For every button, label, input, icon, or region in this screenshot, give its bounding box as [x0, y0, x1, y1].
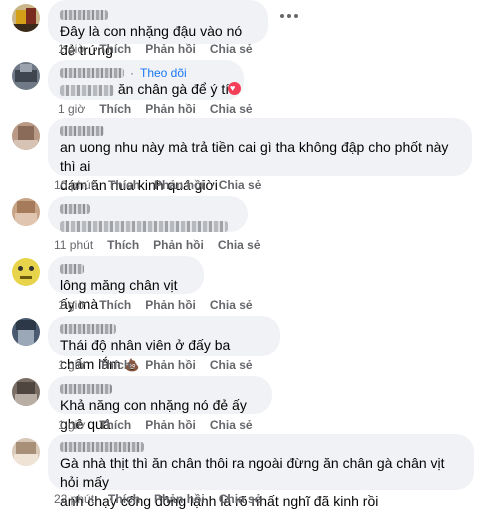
author-name[interactable] [60, 10, 108, 20]
follow-button[interactable]: Theo dõi [140, 66, 187, 80]
comment-actions: 22 phút Thích Phản hồi Chia sẻ [54, 492, 261, 506]
timestamp[interactable]: 22 phút [54, 492, 94, 506]
avatar[interactable] [12, 438, 40, 466]
share-button[interactable]: Chia sẻ [219, 492, 262, 506]
comment-bubble: an uong nhu này mà trả tiền cai gì tha k… [48, 118, 472, 193]
timestamp[interactable]: 1 giờ [58, 298, 85, 312]
author-name[interactable] [60, 126, 104, 136]
share-button[interactable]: Chia sẻ [210, 102, 253, 116]
share-button[interactable]: Chia sẻ [210, 358, 253, 372]
author-name[interactable] [60, 68, 124, 78]
reply-button[interactable]: Phản hồi [145, 418, 196, 432]
like-button[interactable]: Thích [108, 178, 140, 192]
comment-text: ăn chân gà để ý tí [117, 81, 230, 97]
comment-actions: 1 giờ Thích Phản hồi Chia sẻ [58, 418, 253, 432]
like-button[interactable]: Thích [99, 42, 131, 56]
reply-button[interactable]: Phản hồi [145, 42, 196, 56]
timestamp[interactable]: 1 giờ [58, 358, 85, 372]
share-button[interactable]: Chia sẻ [210, 418, 253, 432]
reply-button[interactable]: Phản hồi [145, 298, 196, 312]
comment-bubble: Thái độ nhân viên ở đấy ba chấm lắm 💩 [48, 316, 280, 372]
author-name[interactable] [60, 442, 144, 452]
timestamp[interactable]: 10 phút [54, 178, 94, 192]
blurred-mention [60, 84, 114, 96]
like-button[interactable]: Thích [99, 358, 131, 372]
comment-bubble: Gà nhà thịt thì ăn chân thôi ra ngoài đừ… [48, 434, 474, 509]
author-name[interactable] [60, 324, 116, 334]
like-button[interactable]: Thích [107, 238, 139, 252]
comment-actions: 1 giờ Thích Phản hồi Chia sẻ [58, 102, 253, 116]
comment-bubble [48, 196, 248, 232]
comment-bubble: Khả năng con nhặng nó đẻ ấy ghê quá [48, 376, 272, 432]
share-button[interactable]: Chia sẻ [219, 178, 262, 192]
timestamp[interactable]: 11 phút [54, 238, 93, 252]
avatar[interactable] [12, 122, 40, 150]
avatar[interactable] [12, 198, 40, 226]
like-button[interactable]: Thích [99, 298, 131, 312]
comment-text: an uong nhu này mà trả tiền cai gì tha k… [60, 139, 449, 174]
comment-bubble: · Theo dõi ăn chân gà để ý tí [48, 60, 244, 100]
comment-actions: 11 phút Thích Phản hồi Chia sẻ [54, 238, 261, 252]
reply-button[interactable]: Phản hồi [154, 492, 205, 506]
timestamp[interactable]: 1 giờ [58, 42, 85, 56]
avatar[interactable] [12, 258, 40, 286]
avatar[interactable] [12, 378, 40, 406]
comment-text: Gà nhà thịt thì ăn chân thôi ra ngoài đừ… [60, 455, 445, 490]
author-name[interactable] [60, 264, 84, 274]
reply-button[interactable]: Phản hồi [145, 102, 196, 116]
more-options-icon[interactable] [280, 14, 300, 22]
comment-actions: 1 giờ Thích Phản hồi Chia sẻ [58, 358, 253, 372]
reply-button[interactable]: Phản hồi [154, 178, 205, 192]
like-button[interactable]: Thích [99, 102, 131, 116]
avatar[interactable] [12, 62, 40, 90]
like-button[interactable]: Thích [99, 418, 131, 432]
comment-actions: 1 giờ Thích Phản hồi Chia sẻ [58, 298, 253, 312]
share-button[interactable]: Chia sẻ [210, 298, 253, 312]
author-name[interactable] [60, 384, 112, 394]
like-button[interactable]: Thích [108, 492, 140, 506]
share-button[interactable]: Chia sẻ [218, 238, 261, 252]
share-button[interactable]: Chia sẻ [210, 42, 253, 56]
reply-button[interactable]: Phản hồi [153, 238, 204, 252]
avatar[interactable] [12, 318, 40, 346]
heart-icon[interactable] [228, 82, 241, 95]
comment-actions: 10 phút Thích Phản hồi Chia sẻ [54, 178, 261, 192]
comment-bubble: Đây là con nhặng đậu vào nó đẻ trứng [48, 0, 268, 58]
blurred-comment-text [60, 220, 228, 232]
comment-bubble: lông măng chân vịt ấy mà [48, 256, 204, 312]
avatar[interactable] [12, 4, 40, 32]
timestamp[interactable]: 1 giờ [58, 102, 85, 116]
comment-actions: 1 giờ Thích Phản hồi Chia sẻ [58, 42, 253, 56]
author-name[interactable] [60, 204, 90, 214]
timestamp[interactable]: 1 giờ [58, 418, 85, 432]
reply-button[interactable]: Phản hồi [145, 358, 196, 372]
